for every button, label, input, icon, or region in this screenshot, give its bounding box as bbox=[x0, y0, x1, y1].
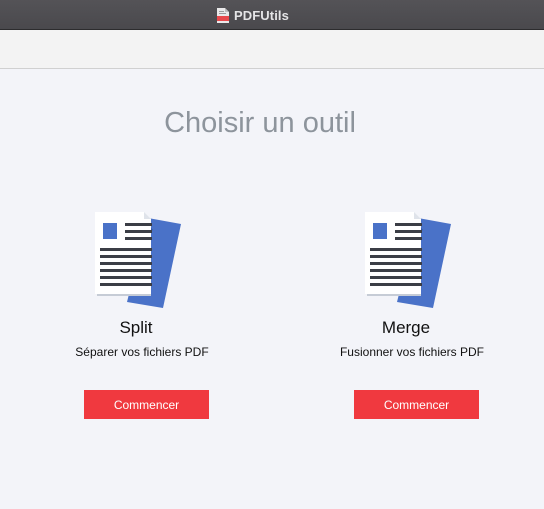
start-merge-button[interactable]: Commencer bbox=[354, 390, 479, 419]
window-titlebar[interactable]: PDFUtils bbox=[0, 0, 544, 30]
window-title: PDFUtils bbox=[234, 7, 289, 23]
window-title-group: PDFUtils bbox=[217, 6, 289, 24]
tool-description: Séparer vos fichiers PDF bbox=[75, 345, 209, 359]
tool-description: Fusionner vos fichiers PDF bbox=[339, 345, 485, 359]
start-split-button[interactable]: Commencer bbox=[84, 390, 209, 419]
toolbar bbox=[0, 30, 544, 69]
page-title: Choisir un outil bbox=[164, 107, 356, 139]
document-icon bbox=[365, 212, 451, 308]
main-content: Choisir un outil Split Séparer vos fichi… bbox=[0, 69, 544, 509]
pdf-file-icon bbox=[217, 7, 229, 23]
document-icon bbox=[95, 212, 181, 308]
tool-title: Merge bbox=[381, 318, 431, 337]
tool-title: Split bbox=[119, 318, 153, 337]
tool-card-split: Split Séparer vos fichiers PDF Commencer bbox=[46, 212, 246, 422]
tool-card-merge: Merge Fusionner vos fichiers PDF Commenc… bbox=[316, 212, 516, 422]
